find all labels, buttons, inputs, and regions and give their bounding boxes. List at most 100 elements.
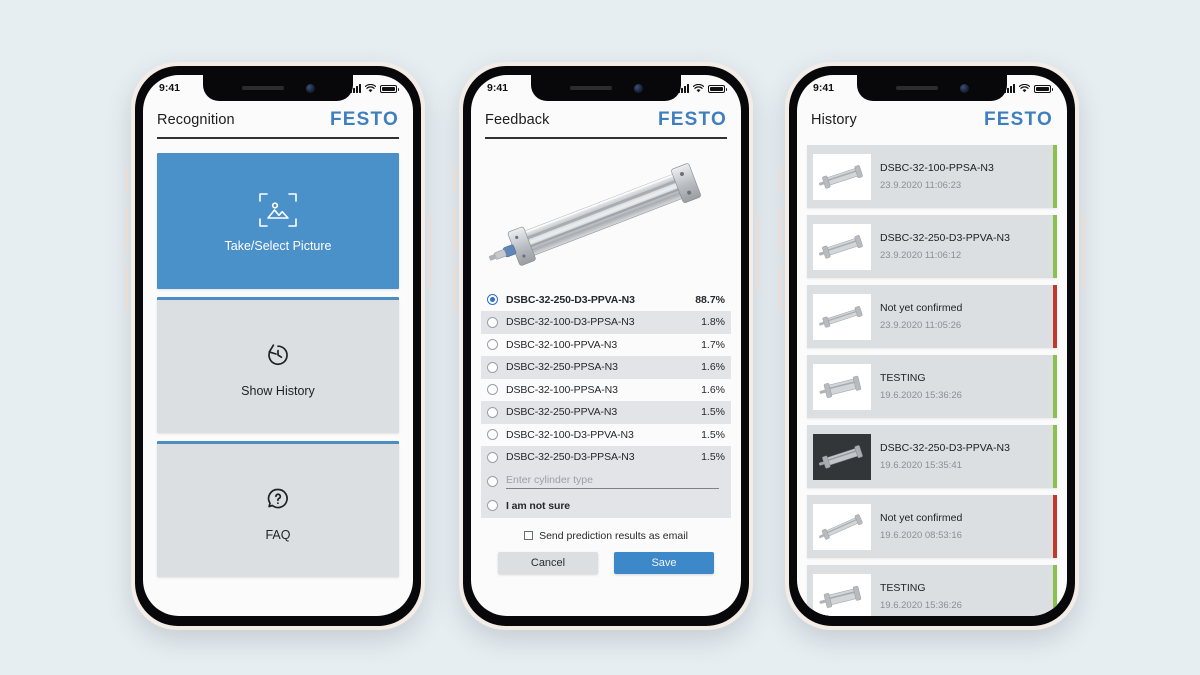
volume-up-button[interactable] xyxy=(125,208,128,254)
take-select-picture-tile[interactable]: Take/Select Picture xyxy=(157,152,399,289)
prediction-name: DSBC-32-250-PPVA-N3 xyxy=(506,406,618,419)
radio-button[interactable] xyxy=(487,361,498,373)
power-button[interactable] xyxy=(428,212,431,290)
battery-icon xyxy=(1034,84,1053,93)
radio-button[interactable] xyxy=(487,406,498,418)
app-header: History FESTO xyxy=(797,101,1067,137)
prediction-row[interactable]: DSBC-32-100-PPVA-N3 1.7% xyxy=(481,334,731,357)
prediction-row[interactable]: DSBC-32-250-D3-PPVA-N3 88.7% xyxy=(481,289,731,312)
cylinder-thumbnail xyxy=(813,503,871,550)
prediction-confidence: 1.8% xyxy=(701,316,725,329)
show-history-tile[interactable]: Show History xyxy=(157,296,399,433)
notch xyxy=(857,75,1007,101)
custom-entry-row[interactable]: Enter cylinder type xyxy=(481,468,731,494)
list-item[interactable]: TESTING 19.6.2020 15:36:26 xyxy=(807,355,1057,418)
power-button[interactable] xyxy=(1082,212,1085,290)
list-item[interactable]: DSBC-32-100-PPSA-N3 23.9.2020 11:06:23 xyxy=(807,145,1057,208)
phone-screen: 9:41 History FESTO DSBC-32-100-PPSA-N3 2… xyxy=(797,75,1067,616)
phone-bezel: 9:41 Feedback FESTO DSBC-32-250-D3-PPVA-… xyxy=(463,66,749,626)
history-list[interactable]: DSBC-32-100-PPSA-N3 23.9.2020 11:06:23 D… xyxy=(797,137,1067,616)
volume-up-button[interactable] xyxy=(453,208,456,254)
front-camera-icon xyxy=(633,83,643,93)
list-item[interactable]: DSBC-32-250-D3-PPVA-N3 19.6.2020 15:35:4… xyxy=(807,425,1057,488)
app-history: History FESTO DSBC-32-100-PPSA-N3 23.9.2… xyxy=(797,75,1067,616)
status-badge xyxy=(1053,215,1057,278)
list-item[interactable]: TESTING 19.6.2020 15:36:26 xyxy=(807,565,1057,616)
status-badge xyxy=(1053,285,1057,348)
status-badge xyxy=(1053,565,1057,616)
prediction-confidence: 1.5% xyxy=(701,406,725,419)
earpiece-speaker xyxy=(895,86,938,90)
volume-down-button[interactable] xyxy=(453,266,456,312)
radio-button[interactable] xyxy=(487,475,498,487)
history-item-date: 19.6.2020 08:53:16 xyxy=(880,530,962,541)
list-item[interactable]: Not yet confirmed 19.6.2020 08:53:16 xyxy=(807,495,1057,558)
festo-logo: FESTO xyxy=(984,109,1053,130)
list-item[interactable]: DSBC-32-250-D3-PPVA-N3 23.9.2020 11:06:1… xyxy=(807,215,1057,278)
radio-button[interactable] xyxy=(487,316,498,328)
app-recognition: Recognition FESTO Take/Select Picture Sh… xyxy=(143,75,413,616)
cylinder-thumbnail xyxy=(813,153,871,200)
checkbox[interactable] xyxy=(524,531,534,540)
radio-button[interactable] xyxy=(487,339,498,351)
notch xyxy=(531,75,681,101)
status-time: 9:41 xyxy=(487,82,509,94)
mute-switch[interactable] xyxy=(779,166,782,192)
prediction-row[interactable]: DSBC-32-100-PPSA-N3 1.6% xyxy=(481,379,731,402)
prediction-row[interactable]: DSBC-32-100-D3-PPSA-N3 1.8% xyxy=(481,311,731,334)
page-title: History xyxy=(811,112,857,128)
earpiece-speaker xyxy=(569,86,612,90)
prediction-row[interactable]: DSBC-32-250-PPVA-N3 1.5% xyxy=(481,401,731,424)
wifi-icon xyxy=(1019,83,1030,93)
app-header: Feedback FESTO xyxy=(471,101,741,137)
battery-icon xyxy=(380,84,399,93)
cylinder-thumbnail xyxy=(813,573,871,616)
phone-history: 9:41 History FESTO DSBC-32-100-PPSA-N3 2… xyxy=(779,62,1085,630)
wifi-icon xyxy=(365,83,376,93)
cancel-button[interactable]: Cancel xyxy=(498,551,598,574)
radio-button[interactable] xyxy=(487,429,498,441)
history-item-title: Not yet confirmed xyxy=(880,302,963,314)
volume-down-button[interactable] xyxy=(125,266,128,312)
cylinder-thumbnail xyxy=(813,293,871,340)
prediction-confidence: 1.5% xyxy=(701,451,725,464)
app-header: Recognition FESTO xyxy=(143,101,413,137)
festo-logo: FESTO xyxy=(658,109,727,130)
mute-switch[interactable] xyxy=(125,166,128,192)
volume-up-button[interactable] xyxy=(779,208,782,254)
radio-button[interactable] xyxy=(487,384,498,396)
faq-tile[interactable]: FAQ xyxy=(157,440,399,577)
prediction-name: DSBC-32-250-D3-PPVA-N3 xyxy=(506,293,635,306)
history-item-date: 19.6.2020 15:36:26 xyxy=(880,600,962,611)
volume-down-button[interactable] xyxy=(779,266,782,312)
phone-screen: 9:41 Recognition FESTO Take/Select Pictu… xyxy=(143,75,413,616)
power-button[interactable] xyxy=(756,212,759,290)
front-camera-icon xyxy=(959,83,969,93)
prediction-confidence: 1.6% xyxy=(701,361,725,374)
phone-bezel: 9:41 Recognition FESTO Take/Select Pictu… xyxy=(135,66,421,626)
status-badge xyxy=(1053,355,1057,418)
email-checkbox-row[interactable]: Send prediction results as email xyxy=(471,530,741,542)
front-camera-icon xyxy=(305,83,315,93)
radio-button[interactable] xyxy=(487,500,498,511)
radio-button[interactable] xyxy=(487,294,498,306)
earpiece-speaker xyxy=(241,86,284,90)
history-item-date: 19.6.2020 15:35:41 xyxy=(880,460,962,471)
tile-label: Take/Select Picture xyxy=(224,238,332,253)
prediction-row[interactable]: DSBC-32-100-D3-PPVA-N3 1.5% xyxy=(481,424,731,447)
prediction-name: DSBC-32-100-D3-PPVA-N3 xyxy=(506,428,634,441)
action-buttons: Cancel Save xyxy=(471,551,741,574)
history-item-title: TESTING xyxy=(880,582,926,594)
save-button[interactable]: Save xyxy=(614,551,714,574)
prediction-row[interactable]: DSBC-32-250-D3-PPSA-N3 1.5% xyxy=(481,446,731,469)
cylinder-type-input[interactable]: Enter cylinder type xyxy=(506,474,719,489)
tile-label: FAQ xyxy=(265,528,291,542)
history-item-title: Not yet confirmed xyxy=(880,512,963,524)
prediction-row[interactable]: DSBC-32-250-PPSA-N3 1.6% xyxy=(481,356,731,379)
not-sure-row[interactable]: I am not sure xyxy=(481,493,731,518)
mute-switch[interactable] xyxy=(453,166,456,192)
list-item[interactable]: Not yet confirmed 23.9.2020 11:05:26 xyxy=(807,285,1057,348)
history-clock-icon xyxy=(257,334,299,376)
radio-button[interactable] xyxy=(487,451,498,463)
pneumatic-cylinder-illustration xyxy=(488,162,701,266)
